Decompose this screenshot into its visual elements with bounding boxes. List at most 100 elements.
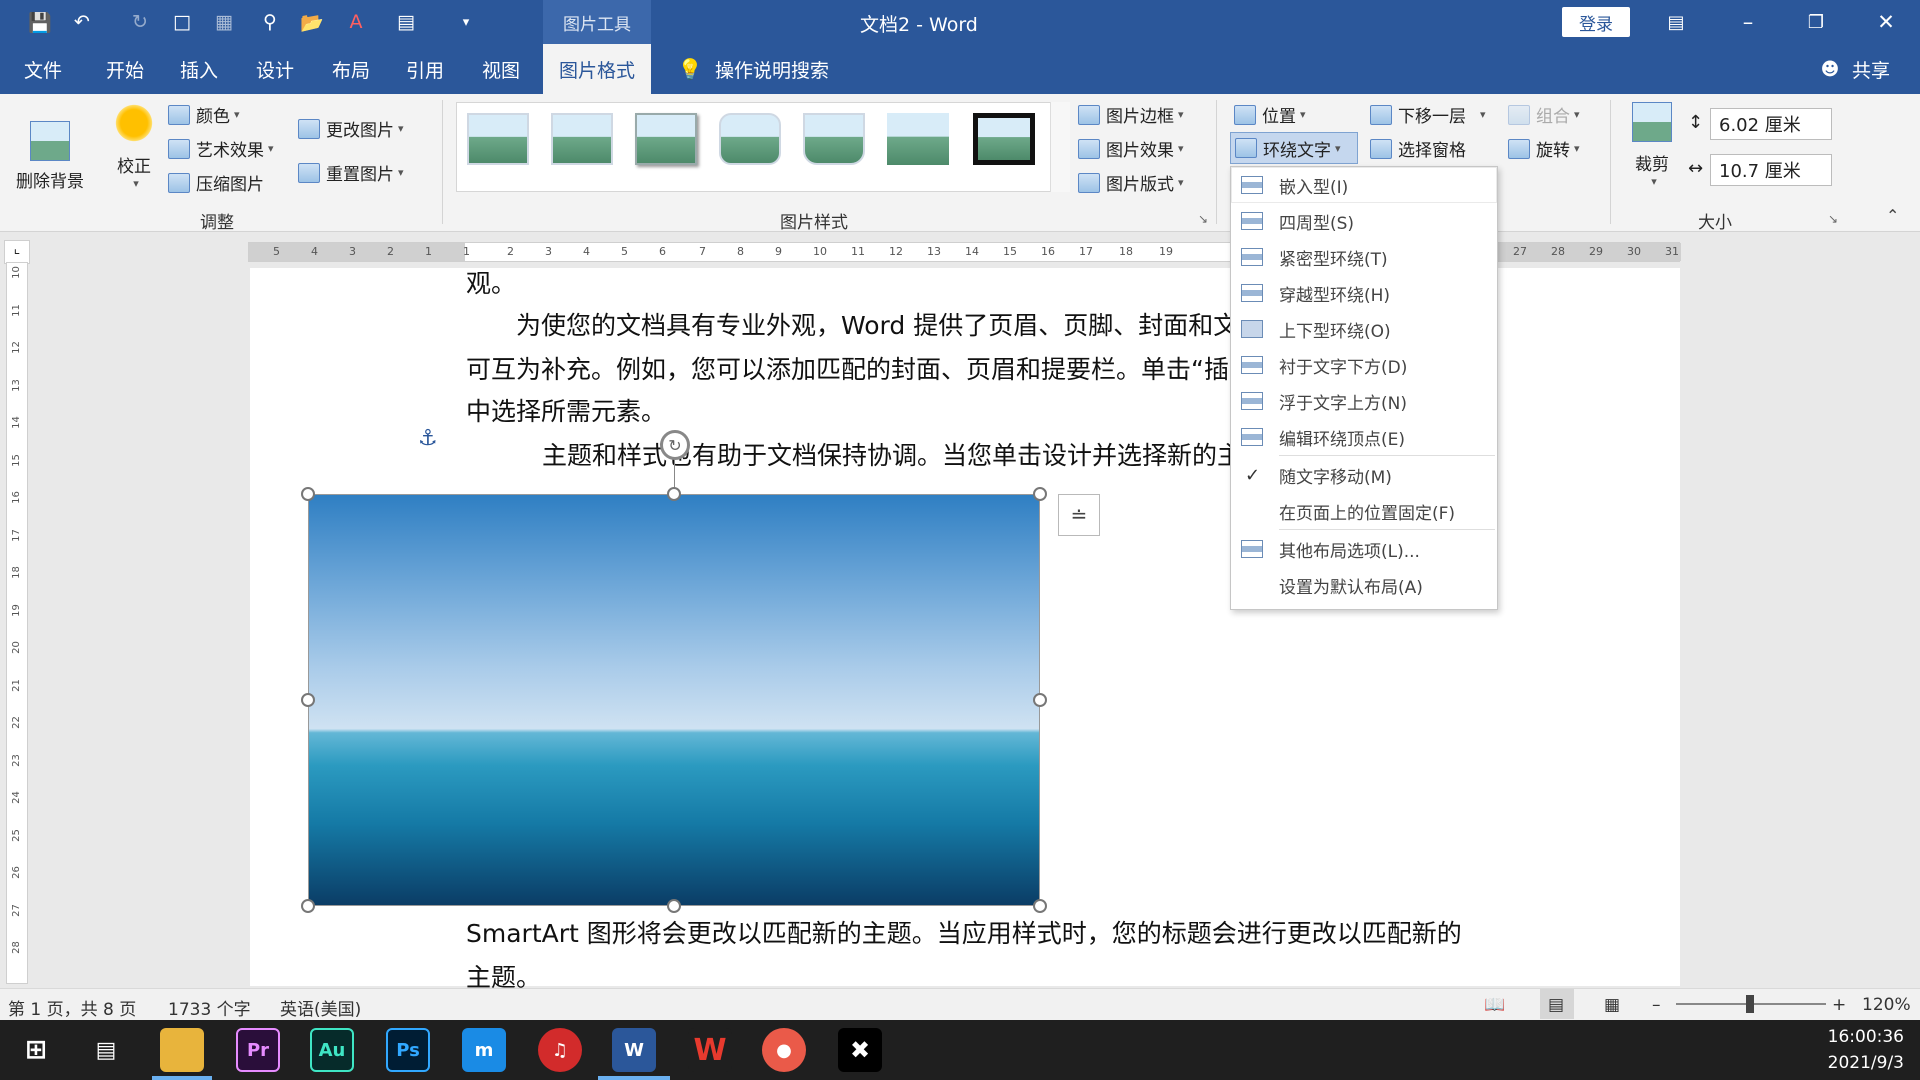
position-button[interactable]: 位置 ▾	[1234, 102, 1306, 127]
layout-options-icon[interactable]: ≐	[1058, 494, 1100, 536]
word-app-icon[interactable]: W	[612, 1028, 656, 1072]
wrap-text-button[interactable]: 环绕文字 ▾	[1230, 132, 1358, 164]
picture-border-button[interactable]: 图片边框 ▾	[1078, 102, 1184, 127]
tab-layout[interactable]: 布局	[318, 44, 384, 94]
vertical-ruler[interactable]: 10 11 12 13 14 15 16 17 18 19 20 21 22 23 24 25 26 27 28	[6, 262, 28, 984]
web-layout-icon[interactable]: ▦	[1604, 995, 1620, 1015]
customize-qat-icon[interactable]: ▾	[452, 8, 480, 36]
wrap-menu-item[interactable]: 四周型(S)	[1231, 203, 1497, 239]
color-button[interactable]: 颜色 ▾	[168, 102, 240, 127]
file-explorer-icon[interactable]	[160, 1028, 204, 1072]
read-mode-icon[interactable]: 📖	[1484, 995, 1505, 1015]
resize-handle[interactable]	[1033, 693, 1047, 707]
tab-view[interactable]: 视图	[468, 44, 534, 94]
rotate-handle[interactable]: ↻	[660, 430, 690, 460]
task-view-icon[interactable]: ▤	[84, 1028, 128, 1072]
wrap-menu-item[interactable]: 编辑环绕顶点(E)	[1231, 419, 1497, 455]
style-thumbnail[interactable]	[887, 113, 949, 165]
shading-icon[interactable]: ▤	[392, 8, 420, 36]
tab-file[interactable]: 文件	[10, 44, 76, 94]
close-button[interactable]: ✕	[1852, 0, 1920, 44]
tell-me-search[interactable]: 操作说明搜索	[712, 44, 832, 94]
wrap-menu-item[interactable]: 穿越型环绕(H)	[1231, 275, 1497, 311]
wrap-menu-item[interactable]: 衬于文字下方(D)	[1231, 347, 1497, 383]
send-backward-button[interactable]: 下移一层 ▾	[1370, 102, 1486, 127]
collapse-ribbon-icon[interactable]: ⌃	[1886, 206, 1899, 225]
screen-recorder-icon[interactable]: ●	[762, 1028, 806, 1072]
resize-handle[interactable]	[667, 487, 681, 501]
page-count[interactable]: 第 1 页，共 8 页	[8, 995, 136, 1020]
redo-icon[interactable]: ↻	[126, 8, 154, 36]
zoom-level[interactable]: 120%	[1862, 995, 1911, 1015]
audition-icon[interactable]: Au	[310, 1028, 354, 1072]
tab-picture-format[interactable]: 图片格式	[543, 44, 651, 94]
zoom-out-icon[interactable]: –	[1652, 995, 1661, 1015]
style-thumbnail[interactable]	[803, 113, 865, 165]
zoom-in-icon[interactable]: +	[1832, 995, 1846, 1015]
wps-icon[interactable]: W	[688, 1028, 732, 1072]
minimize-button[interactable]: –	[1714, 0, 1782, 44]
crop-button[interactable]: 裁剪 ▾	[1626, 102, 1678, 206]
tab-selector[interactable]: ⌞	[4, 240, 30, 264]
resize-handle[interactable]	[667, 899, 681, 913]
save-icon[interactable]: 💾	[26, 8, 54, 36]
form-icon[interactable]: ▦	[210, 8, 238, 36]
corrections-button[interactable]: 校正 ▾	[106, 102, 162, 206]
zoom-thumb[interactable]	[1746, 995, 1754, 1013]
height-input[interactable]: 6.02 厘米	[1710, 108, 1832, 140]
restore-button[interactable]: ❐	[1782, 0, 1850, 44]
picture-effects-button[interactable]: 图片效果 ▾	[1078, 136, 1184, 161]
width-input[interactable]: 10.7 厘米	[1710, 154, 1832, 186]
tab-home[interactable]: 开始	[92, 44, 158, 94]
wrap-menu-item[interactable]: 在页面上的位置固定(F)	[1231, 493, 1497, 529]
resize-handle[interactable]	[301, 899, 315, 913]
open-folder-icon[interactable]: 📂	[298, 8, 326, 36]
share-button[interactable]: 共享	[1844, 44, 1898, 94]
language[interactable]: 英语(美国)	[280, 995, 361, 1020]
wrap-menu-item[interactable]: 浮于文字上方(N)	[1231, 383, 1497, 419]
tab-design[interactable]: 设计	[242, 44, 308, 94]
new-doc-icon[interactable]: □	[168, 8, 196, 36]
artistic-effects-button[interactable]: 艺术效果 ▾	[168, 136, 274, 161]
word-count[interactable]: 1733 个字	[168, 995, 251, 1020]
windows-start-icon[interactable]: ⊞	[14, 1028, 58, 1072]
resize-handle[interactable]	[301, 487, 315, 501]
selected-picture[interactable]	[308, 494, 1040, 906]
rotate-button[interactable]: 旋转 ▾	[1508, 136, 1580, 161]
netease-music-icon[interactable]: ♫	[538, 1028, 582, 1072]
capcut-icon[interactable]: ✖	[838, 1028, 882, 1072]
style-thumbnail[interactable]	[973, 113, 1035, 165]
gallery-scroll[interactable]	[1050, 102, 1070, 192]
style-thumbnail[interactable]	[551, 113, 613, 165]
anchor-icon[interactable]: ⚓	[418, 426, 438, 451]
photoshop-icon[interactable]: Ps	[386, 1028, 430, 1072]
style-thumbnail[interactable]	[719, 113, 781, 165]
ribbon-display-icon[interactable]: ▤	[1642, 0, 1710, 44]
selection-pane-button[interactable]: 选择窗格	[1370, 136, 1466, 161]
tab-references[interactable]: 引用	[392, 44, 458, 94]
change-picture-button[interactable]: 更改图片 ▾	[298, 116, 404, 141]
print-preview-icon[interactable]: ⚲	[256, 8, 284, 36]
system-clock[interactable]: 16:00:36 2021/9/3	[1828, 1024, 1904, 1076]
premiere-icon[interactable]: Pr	[236, 1028, 280, 1072]
resize-handle[interactable]	[301, 693, 315, 707]
compress-pictures-button[interactable]: 压缩图片	[168, 170, 264, 195]
wrap-menu-item[interactable]: 紧密型环绕(T)	[1231, 239, 1497, 275]
reset-picture-button[interactable]: 重置图片 ▾	[298, 160, 404, 185]
size-dialog-launcher-icon[interactable]: ↘	[1828, 212, 1838, 226]
wrap-menu-item[interactable]: 设置为默认布局(A)	[1231, 567, 1497, 603]
resize-handle[interactable]	[1033, 487, 1047, 501]
wrap-menu-item[interactable]: 上下型环绕(O)	[1231, 311, 1497, 347]
remove-background-button[interactable]: 删除背景	[12, 102, 88, 192]
wrap-menu-item[interactable]: 其他布局选项(L)...	[1231, 531, 1497, 567]
print-layout-icon[interactable]: ▤	[1540, 989, 1574, 1019]
undo-icon[interactable]: ↶	[68, 8, 96, 36]
wrap-menu-item[interactable]: ✓ 随文字移动(M)	[1231, 457, 1497, 493]
group-button[interactable]: 组合 ▾	[1508, 102, 1580, 127]
picture-layout-button[interactable]: 图片版式 ▾	[1078, 170, 1184, 195]
dialog-launcher-icon[interactable]: ↘	[1198, 212, 1208, 226]
login-button[interactable]: 登录	[1562, 7, 1630, 37]
tab-insert[interactable]: 插入	[166, 44, 232, 94]
style-thumbnail[interactable]	[635, 113, 697, 165]
meeting-app-icon[interactable]: m	[462, 1028, 506, 1072]
